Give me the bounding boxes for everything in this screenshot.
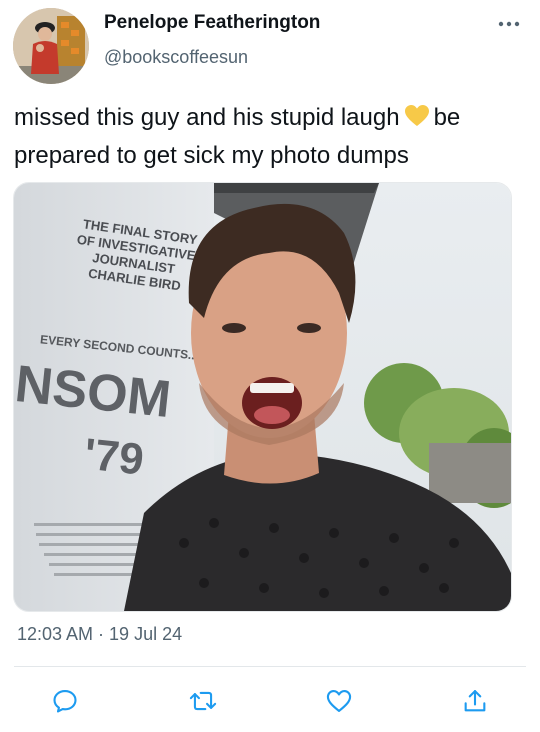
tweet-photo[interactable]: THE FINAL STORY OF INVESTIGATIVE JOURNAL… [13,182,512,612]
avatar-image [13,8,89,84]
tweet-timestamp[interactable]: 12:03 AM · 19 Jul 24 [17,624,182,645]
avatar[interactable] [13,8,89,84]
like-button[interactable] [319,683,359,719]
reply-button[interactable] [45,683,85,719]
reply-icon [53,690,77,713]
retweet-button[interactable] [183,683,223,719]
share-icon [464,690,486,712]
share-button[interactable] [455,683,495,719]
tweet-card: Penelope Featherington @bookscoffeesun m… [0,0,540,732]
more-options-button[interactable] [494,14,524,34]
yellow-heart-icon [404,103,430,138]
tweet-text-part1: missed this guy and his stupid laugh [14,104,400,131]
more-dots-icon [498,21,520,27]
author-name[interactable]: Penelope Featherington [104,12,320,34]
photo-image: THE FINAL STORY OF INVESTIGATIVE JOURNAL… [14,183,511,611]
author-handle[interactable]: @bookscoffeesun [104,47,248,68]
tweet-text: missed this guy and his stupid laugh be p… [14,100,534,173]
divider [14,666,526,667]
like-icon [326,690,352,712]
poster-year: '79 [82,430,146,485]
retweet-icon [189,691,217,711]
